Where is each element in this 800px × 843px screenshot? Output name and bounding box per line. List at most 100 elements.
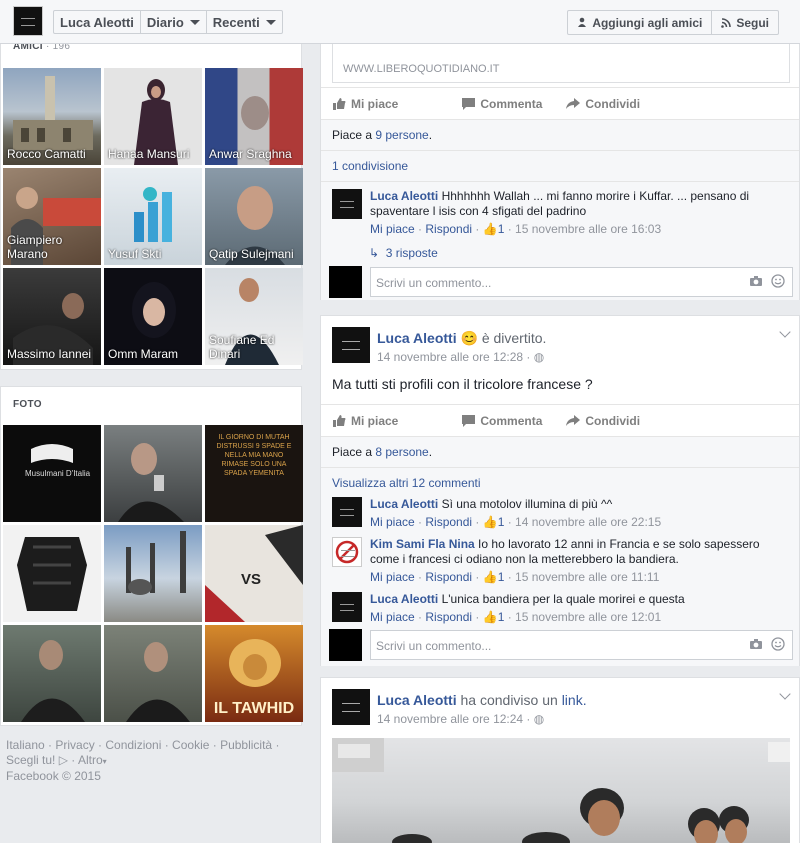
link-image[interactable] bbox=[332, 738, 790, 843]
selfie-photo bbox=[126, 642, 190, 722]
commenter-name[interactable]: Luca Aleotti bbox=[370, 189, 438, 203]
profile-name-button[interactable]: Luca Aleotti bbox=[54, 11, 141, 33]
comment-like-link[interactable]: Mi piace bbox=[370, 570, 415, 584]
comment-button[interactable]: Commenta bbox=[462, 97, 542, 111]
likes-link[interactable]: 9 persone bbox=[375, 128, 428, 142]
commenter-name[interactable]: Luca Aleotti bbox=[370, 592, 438, 606]
chevron-down-icon[interactable] bbox=[779, 688, 791, 700]
add-friend-icon bbox=[578, 17, 587, 27]
recent-label: Recenti bbox=[212, 14, 260, 30]
commenter-avatar[interactable] bbox=[332, 497, 362, 527]
photo-tile[interactable]: Musulmani D'Italia bbox=[3, 425, 101, 522]
comment-input[interactable]: Scrivi un commento... bbox=[370, 267, 793, 297]
comment-time: · 14 novembre alle ore 22:15 bbox=[507, 515, 662, 529]
friend-tile[interactable]: Qatip Sulejmani bbox=[205, 168, 303, 265]
post-actions: Mi piace Commenta Condividi bbox=[321, 404, 799, 436]
commenter-avatar[interactable] bbox=[332, 537, 362, 567]
comment-like-count[interactable]: 1 bbox=[498, 222, 505, 236]
author-avatar[interactable] bbox=[332, 689, 370, 725]
camera-icon[interactable] bbox=[749, 637, 763, 651]
likes-prefix: Piace a bbox=[332, 128, 376, 142]
friend-name: Hanaa Mansuri bbox=[108, 147, 190, 161]
comment-reply-link[interactable]: Rispondi bbox=[425, 570, 472, 584]
friend-tile[interactable]: Anwar Sraghna bbox=[205, 68, 303, 165]
chevron-down-icon bbox=[189, 19, 200, 25]
friend-tile[interactable]: Soufiane Ed Dinari bbox=[205, 268, 303, 365]
share-icon bbox=[566, 97, 581, 109]
profile-avatar[interactable] bbox=[13, 6, 43, 36]
commenter-name[interactable]: Kim Sami Fla Nina bbox=[370, 537, 475, 551]
post-timestamp[interactable]: 14 novembre alle ore 12:28 · bbox=[377, 350, 530, 364]
thumbs-up-icon: 👍 bbox=[482, 570, 498, 584]
recent-dropdown[interactable]: Recenti bbox=[207, 11, 282, 33]
photo-tile[interactable]: VS bbox=[205, 525, 303, 622]
chevron-down-icon[interactable] bbox=[779, 326, 791, 338]
replies-link[interactable]: ↳ 3 risposte bbox=[369, 246, 438, 260]
comment-composer: Scrivi un commento... bbox=[329, 629, 793, 661]
emoji-icon[interactable] bbox=[771, 274, 785, 288]
likes-link[interactable]: 8 persone bbox=[375, 445, 428, 459]
comment-input[interactable]: Scrivi un commento... bbox=[370, 630, 793, 660]
post-action-text: ha condiviso un bbox=[460, 692, 558, 708]
friend-tile[interactable]: Giampiero Marano bbox=[3, 168, 101, 265]
friend-tile[interactable]: Rocco Camatti bbox=[3, 68, 101, 165]
photo-tile[interactable] bbox=[3, 625, 101, 722]
friend-tile[interactable]: Yusuf Skti bbox=[104, 168, 202, 265]
comment-reply-link[interactable]: Rispondi bbox=[425, 515, 472, 529]
chevron-down-icon bbox=[265, 19, 276, 25]
commenter-avatar[interactable] bbox=[332, 189, 362, 219]
photo-tile[interactable] bbox=[104, 525, 202, 622]
comment-like-count[interactable]: 1 bbox=[498, 570, 505, 584]
smiley-icon: 😊 bbox=[460, 330, 478, 346]
comment-reply-link[interactable]: Rispondi bbox=[425, 222, 472, 236]
commenter-name[interactable]: Luca Aleotti bbox=[370, 497, 438, 511]
more-link[interactable]: · Altro bbox=[71, 753, 102, 767]
comment-like-count[interactable]: 1 bbox=[498, 610, 505, 624]
photo-tile[interactable] bbox=[104, 625, 202, 722]
more-comments-link[interactable]: Visualizza altri 12 commenti bbox=[332, 476, 481, 490]
profile-actions: Aggiungi agli amici Segui bbox=[567, 10, 779, 35]
comment-like-link[interactable]: Mi piace bbox=[370, 610, 415, 624]
comment: Luca Aleotti Sì una motolov illumina di … bbox=[332, 497, 792, 529]
share-icon bbox=[566, 414, 581, 426]
friend-tile[interactable]: Hanaa Mansuri bbox=[104, 68, 202, 165]
like-button[interactable]: Mi piace bbox=[333, 97, 398, 111]
author-avatar[interactable] bbox=[332, 327, 370, 363]
diary-dropdown[interactable]: Diario bbox=[141, 11, 207, 33]
comment-label: Commenta bbox=[480, 413, 543, 428]
likes-prefix: Piace a bbox=[332, 445, 376, 459]
post-timestamp[interactable]: 14 novembre alle ore 12:24 · bbox=[377, 712, 530, 726]
post-shared-link: WWW.LIBEROQUOTIDIANO.IT Mi piace Comment… bbox=[320, 30, 800, 300]
author-name[interactable]: Luca Aleotti bbox=[377, 692, 457, 708]
comment-time: · 15 novembre alle ore 11:11 bbox=[507, 570, 660, 584]
photo-tile[interactable]: IL GIORNO DI MUTAH DISTRUSSI 9 SPADE E N… bbox=[205, 425, 303, 522]
comment-reply-link[interactable]: Rispondi bbox=[425, 610, 472, 624]
photo-quote: IL GIORNO DI MUTAH DISTRUSSI 9 SPADE E N… bbox=[216, 434, 292, 477]
shared-link[interactable]: link. bbox=[562, 692, 587, 708]
photo-tile[interactable] bbox=[104, 425, 202, 522]
follow-button[interactable]: Segui bbox=[712, 11, 778, 34]
friend-tile[interactable]: Massimo Iannei bbox=[3, 268, 101, 365]
share-button[interactable]: Condividi bbox=[566, 97, 640, 111]
globe-icon: ◍ bbox=[533, 350, 545, 364]
photo-tile[interactable] bbox=[3, 525, 101, 622]
commenter-avatar[interactable] bbox=[332, 592, 362, 622]
comment-like-count[interactable]: 1 bbox=[498, 515, 505, 529]
share-button[interactable]: Condividi bbox=[566, 414, 640, 428]
comment-like-link[interactable]: Mi piace bbox=[370, 515, 415, 529]
comment: Kim Sami Fla Nina Io ho lavorato 12 anni… bbox=[332, 537, 792, 584]
like-button[interactable]: Mi piace bbox=[333, 414, 398, 428]
comment-like-link[interactable]: Mi piace bbox=[370, 222, 415, 236]
footer-links[interactable]: Italiano · Privacy · Condizioni · Cookie… bbox=[6, 738, 296, 753]
photos-title[interactable]: FOTO bbox=[1, 399, 54, 410]
comment-button[interactable]: Commenta bbox=[462, 414, 542, 428]
author-name[interactable]: Luca Aleotti bbox=[377, 330, 457, 346]
add-friend-button[interactable]: Aggiungi agli amici bbox=[568, 11, 713, 34]
more-comments-row: Visualizza altri 12 commenti bbox=[321, 468, 799, 499]
shares-link[interactable]: 1 condivisione bbox=[332, 159, 408, 173]
photo-tile[interactable]: IL TAWHID bbox=[205, 625, 303, 722]
friend-tile[interactable]: Omm Maram bbox=[104, 268, 202, 365]
emoji-icon[interactable] bbox=[771, 637, 785, 651]
adchoices-link[interactable]: Scegli tu! bbox=[6, 753, 55, 767]
camera-icon[interactable] bbox=[749, 274, 763, 288]
